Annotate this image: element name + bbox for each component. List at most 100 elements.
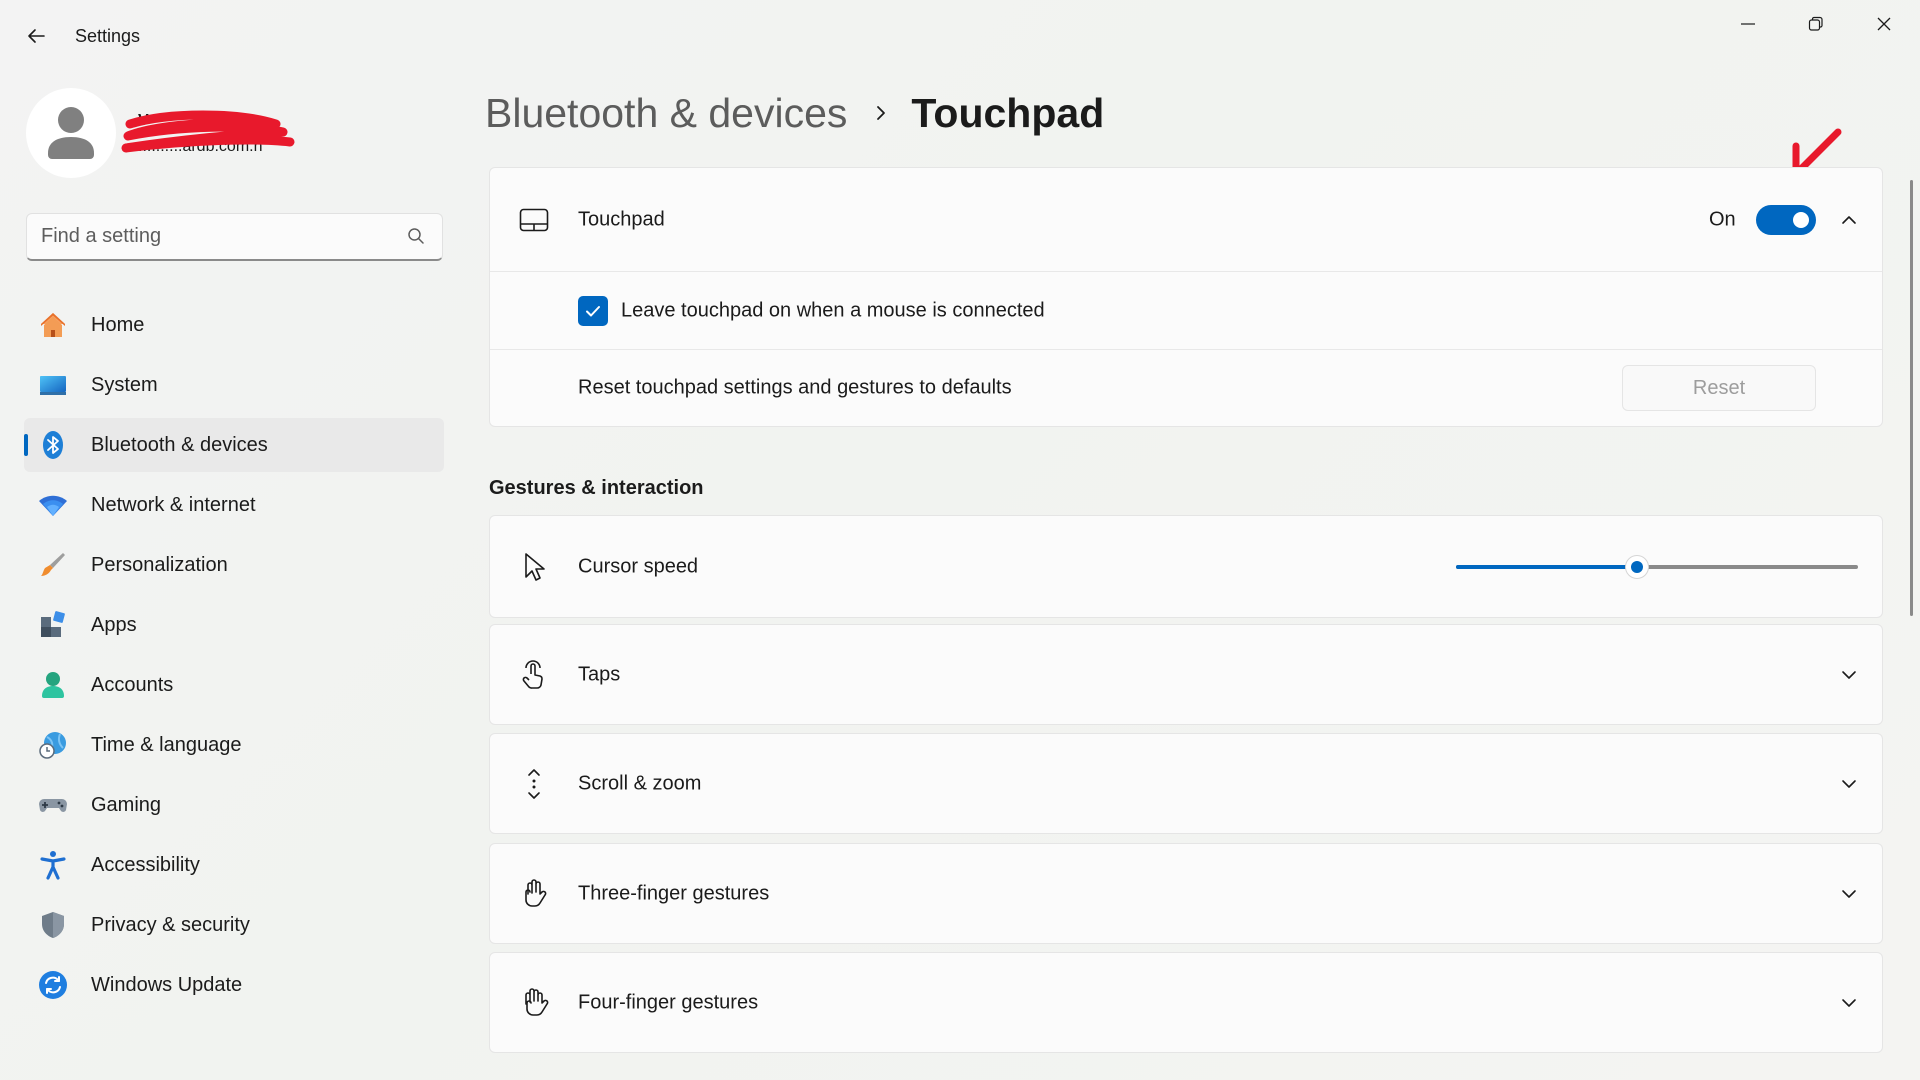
- four-finger-label: Four-finger gestures: [578, 991, 759, 1013]
- scroll-icon: [518, 768, 550, 800]
- page-title: Touchpad: [911, 89, 1105, 136]
- sidebar-item-privacy-security[interactable]: Privacy & security: [24, 898, 444, 952]
- home-icon: [38, 310, 68, 340]
- taps-expander[interactable]: Taps: [489, 624, 1883, 725]
- title-bar: Settings: [0, 0, 1920, 72]
- search-input[interactable]: [41, 214, 401, 258]
- app-title: Settings: [75, 26, 141, 46]
- expand-button[interactable]: [1837, 991, 1861, 1015]
- sidebar-item-label: Network & internet: [91, 493, 256, 516]
- sidebar-item-label: Time & language: [91, 733, 242, 756]
- chevron-down-icon: [1842, 779, 1856, 788]
- scrollbar[interactable]: [1910, 180, 1913, 616]
- chevron-up-icon: [1842, 215, 1856, 224]
- expand-button[interactable]: [1837, 882, 1861, 906]
- cursor-icon: [518, 551, 550, 583]
- sidebar-item-label: Privacy & security: [91, 913, 250, 936]
- sidebar-item-label: Bluetooth & devices: [91, 433, 268, 456]
- restore-button[interactable]: [1782, 0, 1850, 48]
- checkmark-icon: [586, 305, 600, 316]
- sidebar-item-system[interactable]: System: [24, 358, 444, 412]
- search-icon[interactable]: [406, 226, 426, 246]
- collapse-button[interactable]: [1837, 208, 1861, 232]
- sidebar-item-label: Accessibility: [91, 853, 200, 876]
- close-icon: [1877, 17, 1891, 31]
- sidebar-item-accessibility[interactable]: Accessibility: [24, 838, 444, 892]
- touchpad-icon: [518, 204, 550, 236]
- hand-icon: [518, 878, 550, 910]
- slider-thumb[interactable]: [1624, 554, 1649, 579]
- sidebar-item-network-internet[interactable]: Network & internet: [24, 478, 444, 532]
- sidebar-nav: Home System Bluetooth & devices Network …: [24, 298, 444, 1018]
- chevron-right-icon: [877, 106, 886, 120]
- person-icon: [48, 107, 94, 159]
- update-icon: [38, 970, 68, 1000]
- close-button[interactable]: [1850, 0, 1918, 48]
- sidebar-item-label: Windows Update: [91, 973, 243, 996]
- reset-button[interactable]: Reset: [1622, 365, 1816, 411]
- tap-icon: [518, 659, 550, 691]
- scroll-zoom-expander[interactable]: Scroll & zoom: [489, 733, 1883, 834]
- sidebar-item-apps[interactable]: Apps: [24, 598, 444, 652]
- accounts-icon: [38, 670, 68, 700]
- sidebar-item-label: Personalization: [91, 553, 228, 576]
- monitor-icon: [38, 370, 68, 400]
- breadcrumb: Bluetooth & devices Touchpad: [485, 86, 1104, 140]
- reset-row: Reset touchpad settings and gestures to …: [490, 349, 1882, 426]
- wifi-icon: [38, 490, 68, 520]
- reset-label: Reset touchpad settings and gestures to …: [578, 376, 1012, 399]
- three-finger-gestures-expander[interactable]: Three-finger gestures: [489, 843, 1883, 944]
- sidebar-item-label: Home: [91, 313, 145, 336]
- touchpad-settings-card: Touchpad On Leave touchpad on when a mou…: [489, 167, 1883, 427]
- sidebar-item-label: Accounts: [91, 673, 174, 696]
- three-finger-label: Three-finger gestures: [578, 882, 770, 904]
- four-finger-gestures-expander[interactable]: Four-finger gestures: [489, 952, 1883, 1053]
- sidebar-item-windows-update[interactable]: Windows Update: [24, 958, 444, 1012]
- accessibility-icon: [38, 850, 68, 880]
- sidebar-item-time-language[interactable]: Time & language: [24, 718, 444, 772]
- chevron-down-icon: [1842, 998, 1856, 1007]
- sidebar-item-gaming[interactable]: Gaming: [24, 778, 444, 832]
- hand-icon: [518, 987, 550, 1019]
- cursor-speed-label: Cursor speed: [578, 555, 699, 577]
- apps-icon: [38, 610, 68, 640]
- leave-on-checkbox[interactable]: [578, 295, 608, 326]
- cursor-speed-card: Cursor speed: [489, 515, 1883, 618]
- expand-button[interactable]: [1837, 772, 1861, 796]
- touchpad-label: Touchpad: [578, 208, 665, 230]
- touchpad-toggle[interactable]: [1756, 204, 1816, 235]
- sidebar-item-personalization[interactable]: Personalization: [24, 538, 444, 592]
- cursor-speed-slider[interactable]: [1456, 552, 1858, 582]
- sidebar-item-accounts[interactable]: Accounts: [24, 658, 444, 712]
- globe-clock-icon: [38, 730, 68, 760]
- gamepad-icon: [38, 790, 68, 820]
- sidebar-item-bluetooth-devices[interactable]: Bluetooth & devices: [24, 418, 444, 472]
- bluetooth-icon: [38, 430, 68, 460]
- chevron-down-icon: [1842, 670, 1856, 679]
- touchpad-row[interactable]: Touchpad On: [490, 168, 1882, 271]
- chevron-down-icon: [1842, 889, 1856, 898]
- expand-button[interactable]: [1837, 663, 1861, 687]
- taps-label: Taps: [578, 663, 621, 685]
- sidebar-item-label: System: [91, 373, 158, 396]
- shield-icon: [38, 910, 68, 940]
- breadcrumb-parent[interactable]: Bluetooth & devices: [485, 90, 847, 137]
- slider-fill: [1456, 564, 1637, 569]
- minimize-button[interactable]: [1714, 0, 1782, 48]
- minimize-icon: [1741, 23, 1755, 25]
- section-title: Gestures & interaction: [489, 477, 704, 499]
- redaction-scribble: [121, 110, 295, 153]
- sidebar-item-label: Gaming: [91, 793, 162, 816]
- back-button[interactable]: [18, 18, 54, 54]
- avatar[interactable]: [26, 88, 116, 178]
- back-arrow-icon: [28, 29, 45, 43]
- sidebar-item-home[interactable]: Home: [24, 298, 444, 352]
- cursor-speed-row: Cursor speed: [490, 516, 1882, 617]
- toggle-state-label: On: [1709, 208, 1736, 230]
- search-box[interactable]: [26, 213, 443, 261]
- sidebar-item-label: Apps: [91, 613, 137, 636]
- brush-icon: [38, 550, 68, 580]
- scroll-zoom-label: Scroll & zoom: [578, 772, 702, 794]
- leave-on-label[interactable]: Leave touchpad on when a mouse is connec…: [621, 299, 1045, 322]
- leave-on-row: Leave touchpad on when a mouse is connec…: [490, 271, 1882, 349]
